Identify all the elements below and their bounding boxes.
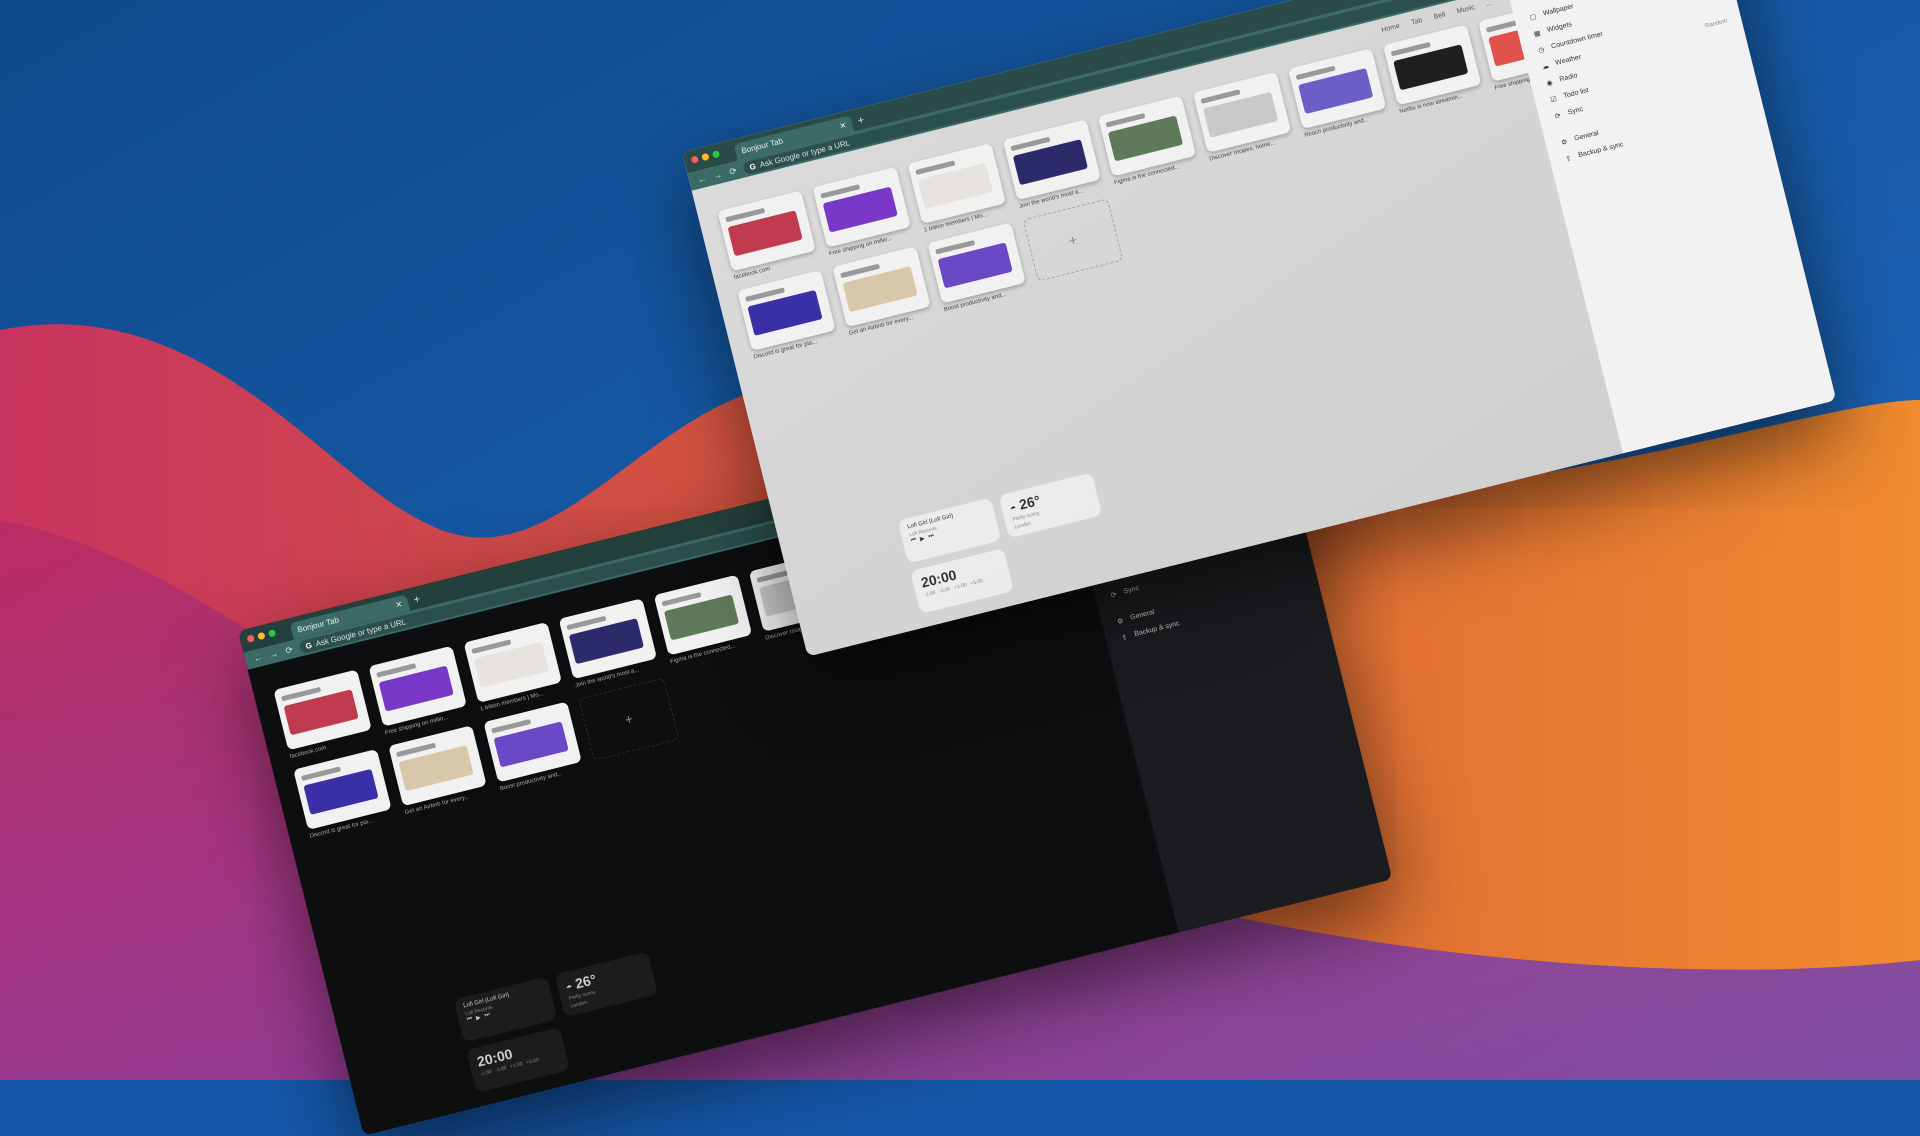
plus-icon: + (623, 710, 635, 728)
speed-dial-tile[interactable]: facebook.com (717, 190, 818, 281)
reload-icon[interactable]: ⟳ (283, 644, 295, 657)
settings-row-label: Radio (1558, 72, 1579, 84)
time-zone: +5:00 (525, 1057, 540, 1066)
backup-icon: ⇪ (1564, 154, 1573, 163)
speed-dial-tile[interactable]: 1 billion members | Mo... (907, 142, 1009, 234)
top-shortcut-item[interactable]: Tab (1411, 17, 1424, 27)
speed-dial-tile[interactable]: Get an Airbnb for every... (388, 725, 489, 816)
add-shortcut-box: + (1022, 198, 1124, 282)
minimize-window-button[interactable] (701, 152, 710, 162)
time-zone: -1:00 (923, 589, 937, 599)
top-shortcut-item[interactable]: Home (1381, 23, 1401, 34)
back-icon[interactable]: ← (696, 173, 708, 185)
add-shortcut-box: + (578, 677, 680, 761)
backup-icon: ⇪ (1120, 633, 1129, 642)
settings-row-label: Todo list (1562, 86, 1590, 100)
speed-dial-tile[interactable]: Join the world's most a... (558, 598, 660, 689)
top-shortcut-item[interactable]: Bell (1433, 11, 1446, 21)
add-shortcut-tile[interactable]: + (1022, 198, 1124, 290)
time-zone: -3:00 (494, 1065, 508, 1074)
speed-dial-tile[interactable]: Boost productivity and... (483, 701, 584, 792)
minimize-window-button[interactable] (257, 631, 266, 641)
weather-widget[interactable]: ☁ 26° Partly sunny London (998, 472, 1103, 539)
forward-icon[interactable]: → (712, 169, 724, 181)
sync-icon: ⟳ (1554, 111, 1562, 121)
next-icon[interactable]: ⏭ (484, 1012, 491, 1020)
window-controls (690, 150, 721, 164)
todo-icon: ☑ (1549, 95, 1558, 104)
clock-icon: ◷ (1537, 45, 1546, 55)
play-icon[interactable]: ▶ (475, 1014, 482, 1022)
next-icon[interactable]: ⏭ (928, 533, 935, 541)
time-zone: +1:00 (953, 582, 968, 591)
speed-dial-tile[interactable]: Free shipping on millio... (812, 166, 913, 257)
speed-dial-tile[interactable]: 1 billion members | Mo... (463, 621, 565, 713)
speed-dial-tile[interactable]: Figma is the connected... (1097, 95, 1199, 186)
speed-dial-tile[interactable]: Boost productivity and... (927, 222, 1028, 313)
close-window-button[interactable] (246, 634, 255, 643)
time-zone: -3:00 (938, 586, 952, 595)
close-window-button[interactable] (690, 155, 699, 164)
time-zone: +5:00 (969, 578, 984, 587)
maximize-window-button[interactable] (711, 150, 721, 159)
time-zone: +1:00 (509, 1061, 524, 1070)
tab-close-icon[interactable]: ✕ (839, 121, 848, 131)
add-shortcut-tile[interactable]: + (578, 677, 680, 769)
reload-icon[interactable]: ⟳ (727, 165, 739, 178)
speed-dial-tile[interactable]: Discover recipes, home... (1192, 71, 1294, 163)
weather-icon: ☁ (1541, 62, 1550, 71)
new-tab-button[interactable]: + (412, 593, 421, 606)
top-shortcut-item[interactable]: ... (1486, 0, 1493, 8)
radio-icon: ◉ (1545, 78, 1554, 88)
widgets-icon: ▦ (1533, 29, 1542, 38)
weather-widget[interactable]: ☁ 26° Partly sunny London (554, 951, 659, 1018)
speed-dial-tile[interactable]: facebook.com (273, 669, 374, 760)
settings-row-label: Sync (1123, 584, 1140, 596)
sync-icon: ⟳ (1110, 590, 1118, 600)
speed-dial-tile[interactable]: Discord is great for pla... (293, 748, 394, 840)
speed-dial-tile[interactable]: Join the world's most a... (1002, 119, 1104, 210)
new-tab-button[interactable]: + (856, 114, 865, 127)
settings-row-value: Random (1704, 17, 1729, 30)
prev-icon[interactable]: ⏮ (466, 1016, 473, 1024)
top-shortcut-item[interactable]: Music (1456, 4, 1475, 15)
time-zone: -1:00 (479, 1068, 493, 1078)
tab-close-icon[interactable]: ✕ (395, 600, 404, 610)
forward-icon[interactable]: → (268, 648, 280, 660)
speed-dial-tile[interactable]: Get an Airbnb for every... (832, 246, 933, 337)
google-icon: G (304, 640, 313, 651)
cloud-icon: ☁ (565, 982, 573, 990)
settings-row-label: Widgets (1546, 21, 1573, 34)
maximize-window-button[interactable] (267, 629, 277, 638)
settings-row-label: General (1573, 129, 1600, 143)
cloud-icon: ☁ (1009, 503, 1017, 511)
play-icon[interactable]: ▶ (919, 535, 926, 543)
speed-dial-tile[interactable]: Netflix is now streamin... (1382, 24, 1484, 115)
general-icon: ⚙ (1116, 617, 1125, 626)
settings-row-label: General (1129, 608, 1156, 622)
window-controls (246, 629, 277, 643)
speed-dial-tile[interactable]: Discord is great for pla... (737, 269, 838, 361)
speed-dial-tile[interactable]: Free shipping on millio... (368, 645, 469, 736)
back-icon[interactable]: ← (252, 652, 264, 664)
wallpaper-icon: ▢ (1529, 12, 1538, 22)
general-icon: ⚙ (1560, 138, 1569, 147)
settings-row-label: Sync (1567, 105, 1584, 117)
google-icon: G (748, 161, 757, 172)
speed-dial-tile[interactable]: Reach productivity and... (1287, 48, 1389, 139)
settings-row-label: Weather (1554, 53, 1582, 67)
prev-icon[interactable]: ⏮ (910, 537, 917, 545)
plus-icon: + (1067, 231, 1079, 249)
speed-dial-tile[interactable]: Figma is the connected... (653, 574, 755, 665)
